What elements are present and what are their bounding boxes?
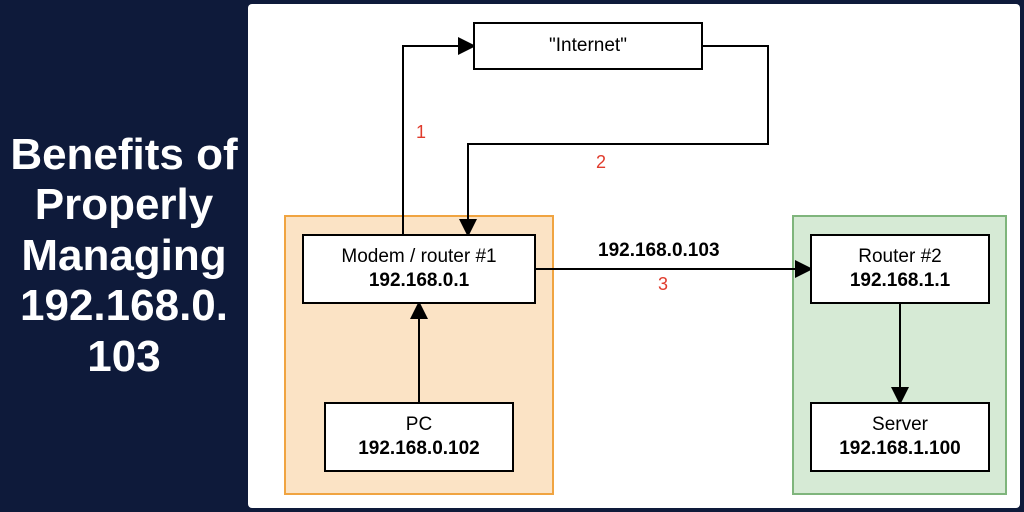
edge-2-number: 2 <box>596 152 606 173</box>
edge-3-number: 3 <box>658 274 668 295</box>
node-internet-label: "Internet" <box>549 34 627 58</box>
node-server: Server 192.168.1.100 <box>810 402 990 472</box>
node-modem-label: Modem / router #1 <box>341 245 496 269</box>
node-pc-label: PC <box>406 413 432 437</box>
node-pc-ip: 192.168.0.102 <box>358 437 480 461</box>
node-modem: Modem / router #1 192.168.0.1 <box>302 234 536 304</box>
title-panel: Benefits of Properly Managing 192.168.0.… <box>0 0 248 512</box>
stage: Benefits of Properly Managing 192.168.0.… <box>0 0 1024 512</box>
node-router2: Router #2 192.168.1.1 <box>810 234 990 304</box>
network-diagram: "Internet" Modem / router #1 192.168.0.1… <box>248 4 1020 508</box>
node-router2-label: Router #2 <box>858 245 941 269</box>
node-router2-ip: 192.168.1.1 <box>850 269 950 293</box>
edge-1-number: 1 <box>416 122 426 143</box>
edge-1 <box>403 46 473 234</box>
node-server-ip: 192.168.1.100 <box>839 437 961 461</box>
edge-3-ip: 192.168.0.103 <box>598 240 720 262</box>
edge-2 <box>468 46 768 234</box>
node-modem-ip: 192.168.0.1 <box>369 269 469 293</box>
node-pc: PC 192.168.0.102 <box>324 402 514 472</box>
page-title: Benefits of Properly Managing 192.168.0.… <box>8 130 240 383</box>
node-internet: "Internet" <box>473 22 703 70</box>
node-server-label: Server <box>872 413 928 437</box>
